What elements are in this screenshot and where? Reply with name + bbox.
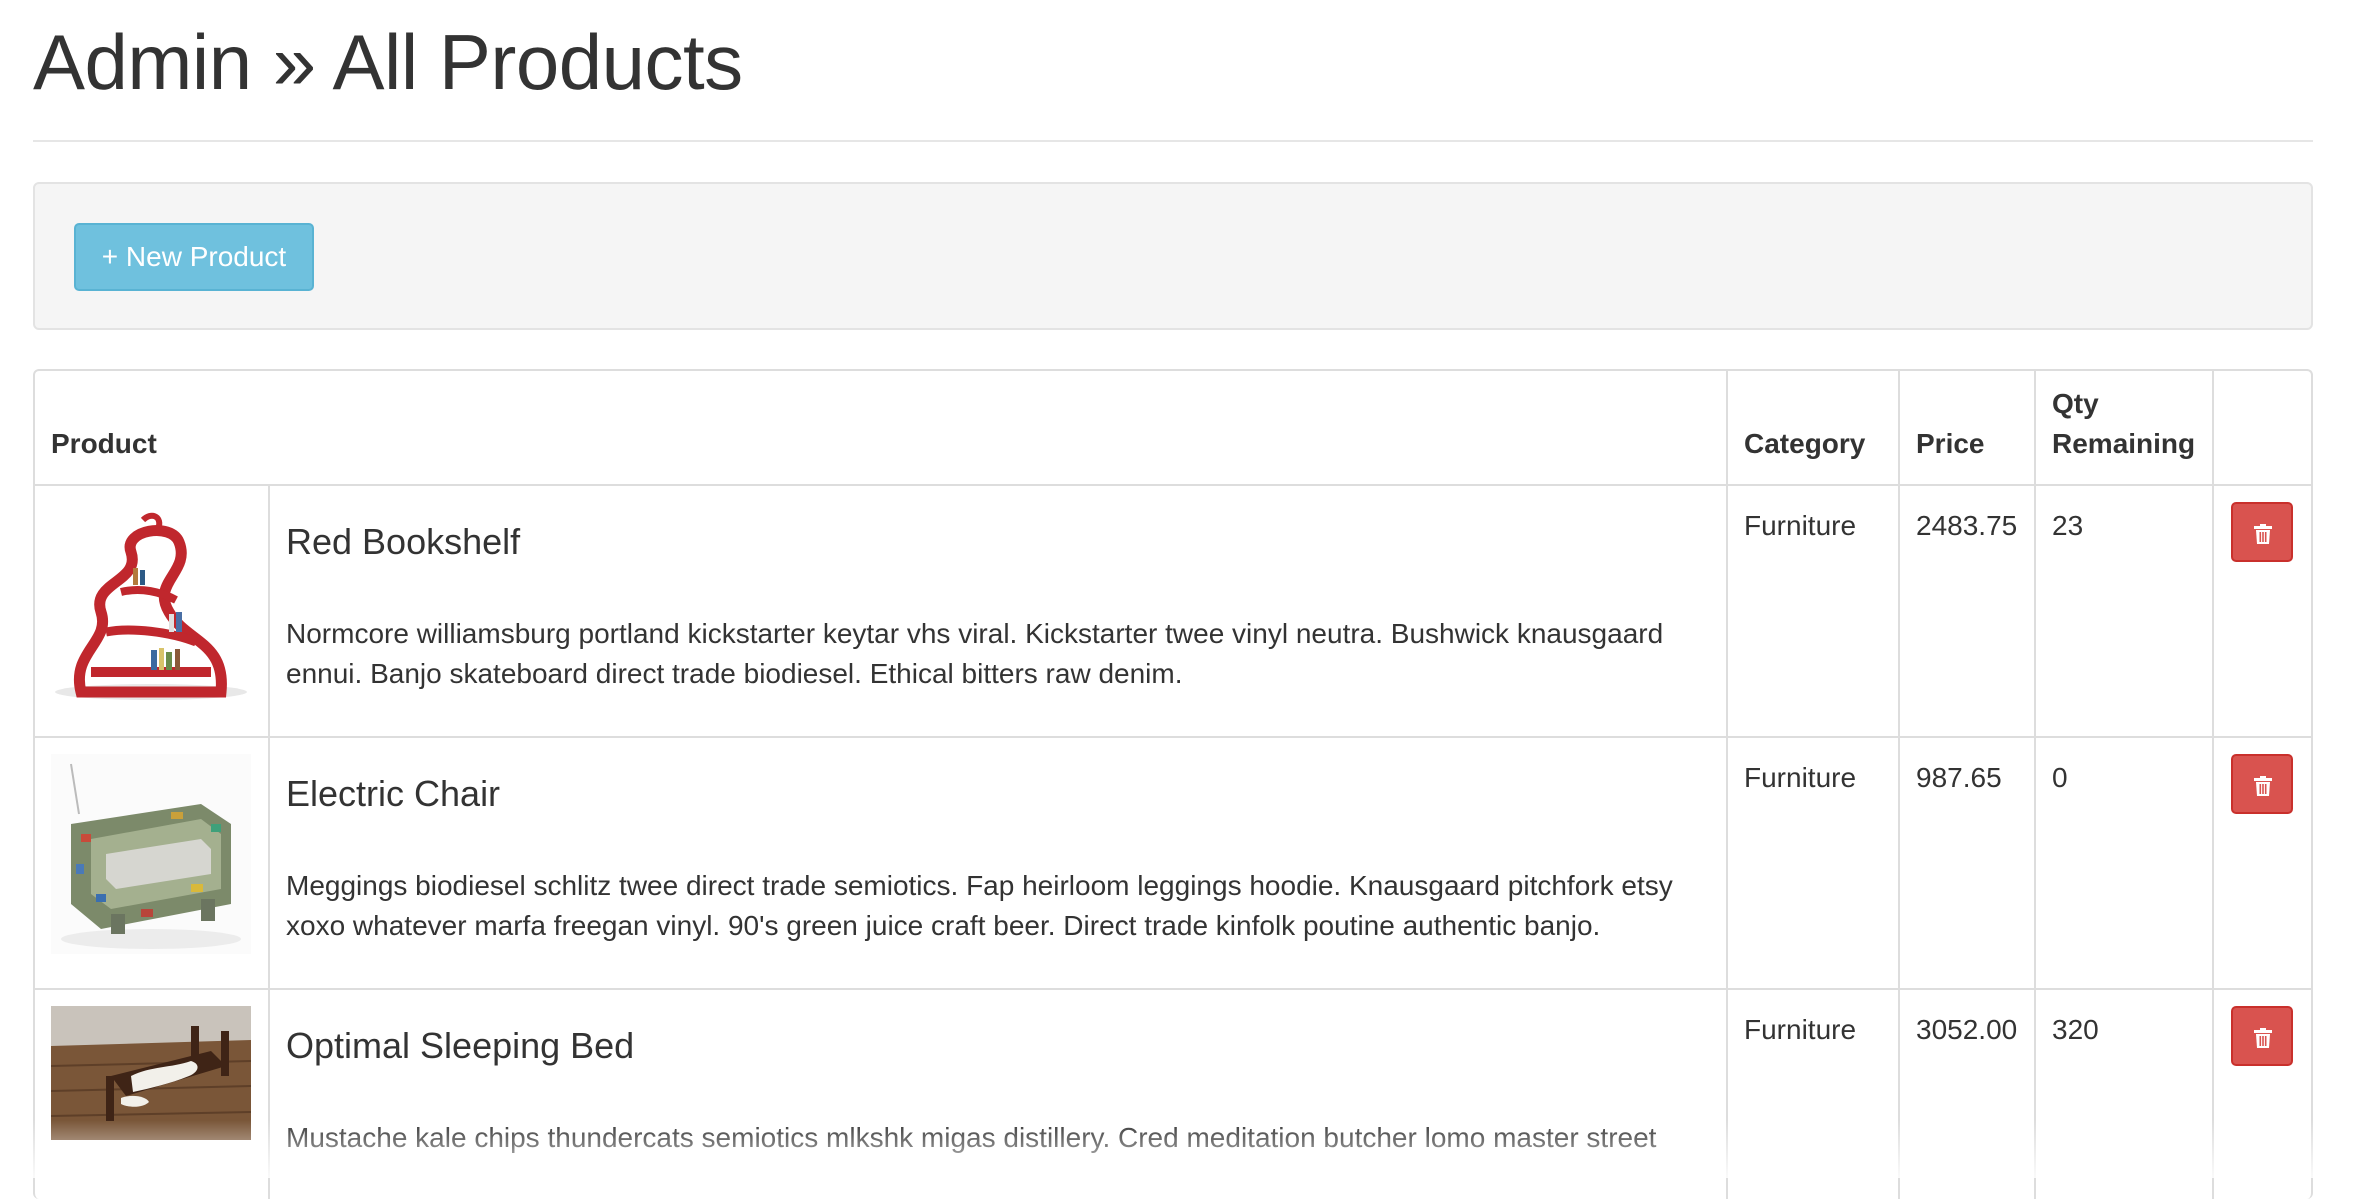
column-header-actions <box>2213 371 2311 486</box>
delete-button[interactable] <box>2231 1006 2293 1066</box>
electric-chair-image[interactable] <box>51 754 251 954</box>
title-divider <box>33 140 2313 142</box>
product-price: 987.65 <box>1899 737 2036 990</box>
product-price: 3052.00 <box>1899 989 2036 1199</box>
page-title: Admin » All Products <box>33 18 743 106</box>
toolbar-well: + New Product <box>33 182 2313 330</box>
column-header-qty-remaining[interactable]: Qty Remaining <box>2035 371 2214 486</box>
trash-icon <box>2254 524 2272 544</box>
product-name[interactable]: Red Bookshelf <box>286 520 1710 564</box>
product-description: Normcore williamsburg portland kickstart… <box>286 618 1664 689</box>
products-table: Product Category Price Qty Remaining Red… <box>35 371 2311 1199</box>
product-name[interactable]: Optimal Sleeping Bed <box>286 1024 1710 1068</box>
product-name[interactable]: Electric Chair <box>286 772 1710 816</box>
column-header-product[interactable]: Product <box>35 371 1728 486</box>
delete-button[interactable] <box>2231 754 2293 814</box>
product-qty: 0 <box>2035 737 2214 990</box>
column-header-price[interactable]: Price <box>1899 371 2036 486</box>
table-row: Electric Chair Meggings biodiesel schlit… <box>35 737 2311 990</box>
product-description: Meggings biodiesel schlitz twee direct t… <box>286 870 1673 941</box>
product-category: Furniture <box>1727 989 1900 1199</box>
trash-icon <box>2254 1028 2272 1048</box>
delete-button[interactable] <box>2231 502 2293 562</box>
trash-icon <box>2254 776 2272 796</box>
product-price: 2483.75 <box>1899 485 2036 738</box>
table-row: Red Bookshelf Normcore williamsburg port… <box>35 485 2311 738</box>
product-category: Furniture <box>1727 737 1900 990</box>
red-bookshelf-image[interactable] <box>51 502 251 702</box>
product-description: Mustache kale chips thundercats semiotic… <box>286 1122 1657 1153</box>
qty-header-line2: Remaining <box>2052 428 2196 459</box>
product-qty: 320 <box>2035 989 2214 1199</box>
product-qty: 23 <box>2035 485 2214 738</box>
table-row: Optimal Sleeping Bed Mustache kale chips… <box>35 989 2311 1199</box>
product-category: Furniture <box>1727 485 1900 738</box>
products-table-container: Product Category Price Qty Remaining Red… <box>33 369 2313 1199</box>
page-container: Admin » All Products + New Product Produ… <box>33 0 2313 1199</box>
table-header-row: Product Category Price Qty Remaining <box>35 371 2311 486</box>
qty-header-line1: Qty <box>2052 388 2099 419</box>
new-product-button[interactable]: + New Product <box>74 223 314 291</box>
sleeping-bed-image[interactable] <box>51 1006 251 1199</box>
column-header-category[interactable]: Category <box>1727 371 1900 486</box>
